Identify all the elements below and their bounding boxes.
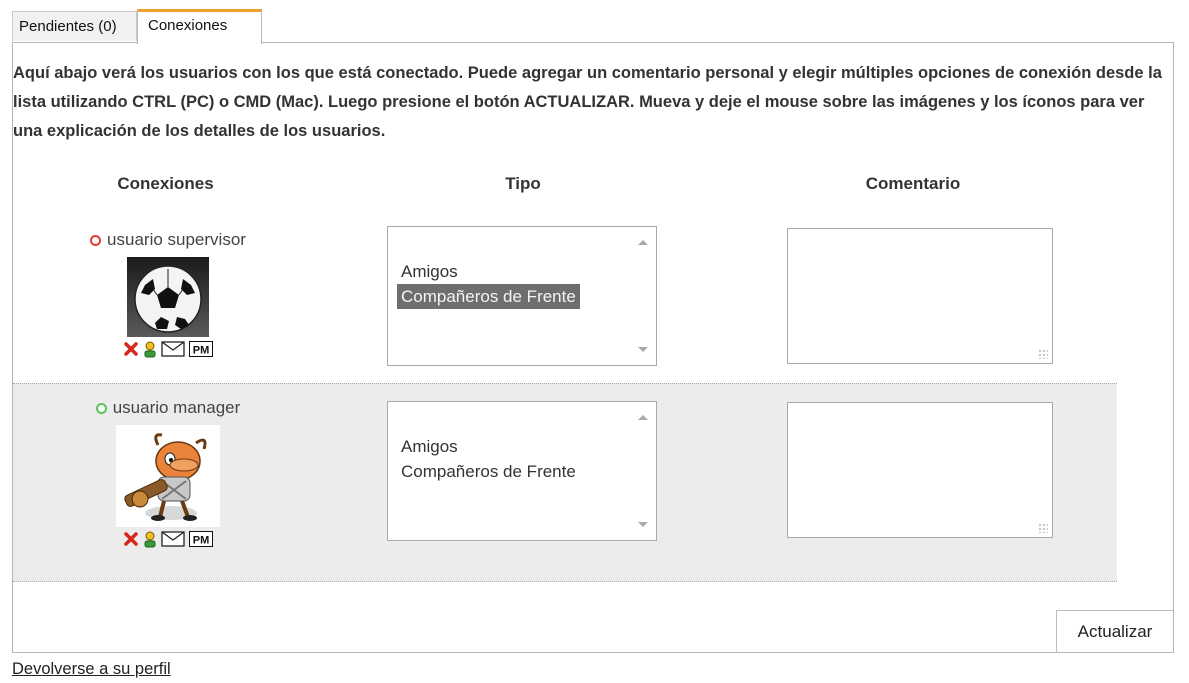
user-avatar-soccer-ball[interactable] — [127, 256, 209, 337]
header-tipo: Tipo — [505, 174, 541, 193]
comment-textarea[interactable] — [787, 402, 1053, 538]
connections-panel: Aquí abajo verá los usuarios con los que… — [12, 42, 1174, 653]
pm-label: PM — [193, 345, 210, 357]
mail-icon[interactable] — [161, 341, 185, 357]
scroll-up-icon[interactable] — [638, 415, 648, 420]
header-comentario: Comentario — [865, 174, 961, 193]
profile-icon[interactable] — [143, 531, 157, 548]
connection-user: usuario manager PM — [53, 398, 283, 548]
delete-icon[interactable] — [123, 341, 139, 357]
tab-conexiones[interactable]: Conexiones — [137, 9, 262, 44]
type-option-companeros[interactable]: Compañeros de Frente — [397, 459, 580, 484]
mail-icon[interactable] — [161, 531, 185, 547]
scroll-down-icon[interactable] — [638, 522, 648, 527]
listbox-scrollbar[interactable] — [630, 402, 656, 540]
profile-icon[interactable] — [143, 341, 157, 358]
resize-grip-icon[interactable] — [1038, 349, 1048, 359]
scroll-down-icon[interactable] — [638, 347, 648, 352]
intro-text: Aquí abajo verá los usuarios con los que… — [13, 64, 1162, 140]
type-option-amigos[interactable]: Amigos — [397, 259, 580, 284]
connection-type-select[interactable]: Amigos Compañeros de Frente — [387, 401, 657, 541]
delete-icon[interactable] — [123, 531, 139, 547]
user-actions: PM — [53, 341, 283, 358]
connection-type-select[interactable]: Amigos Compañeros de Frente — [387, 226, 657, 366]
user-name-line: usuario supervisor — [90, 230, 246, 250]
tab-pendientes[interactable]: Pendientes (0) — [12, 11, 137, 41]
scroll-up-icon[interactable] — [638, 240, 648, 245]
user-actions: PM — [53, 531, 283, 548]
online-status-icon — [95, 402, 107, 414]
connection-row: usuario manager PM Amigos Compañeros de … — [13, 383, 1117, 582]
pm-icon[interactable]: PM — [189, 531, 213, 547]
pm-icon[interactable]: PM — [189, 341, 213, 357]
update-button[interactable]: Actualizar — [1056, 610, 1173, 652]
user-name-line: usuario manager — [95, 398, 241, 418]
header-conexiones: Conexiones — [117, 174, 214, 193]
user-name: usuario manager — [112, 398, 241, 417]
pm-label: PM — [193, 535, 210, 547]
type-option-amigos[interactable]: Amigos — [397, 434, 580, 459]
resize-grip-icon[interactable] — [1038, 523, 1048, 533]
back-to-profile-link[interactable]: Devolverse a su perfil — [12, 660, 171, 679]
comment-textarea[interactable] — [787, 228, 1053, 364]
listbox-scrollbar[interactable] — [630, 227, 656, 365]
connection-row: usuario supervisor PM Amigos Compañeros … — [13, 218, 1117, 383]
user-avatar-cartoon[interactable] — [116, 424, 220, 527]
user-name: usuario supervisor — [107, 230, 246, 249]
connection-user: usuario supervisor PM — [53, 230, 283, 358]
offline-status-icon — [90, 234, 102, 246]
type-option-companeros[interactable]: Compañeros de Frente — [397, 284, 580, 309]
